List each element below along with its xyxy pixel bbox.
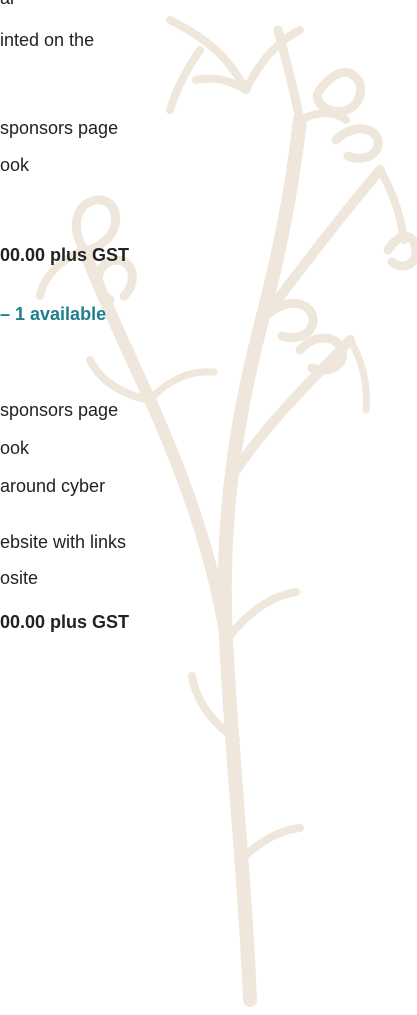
text-line: osite xyxy=(0,568,39,588)
price-line: 00.00 plus GST xyxy=(0,612,130,632)
text-line: sponsors page xyxy=(0,118,119,138)
price-line: 00.00 plus GST xyxy=(0,245,130,265)
availability-heading: – 1 available xyxy=(0,304,107,324)
text-line: inted on the xyxy=(0,30,95,50)
text-line: sponsors page xyxy=(0,400,119,420)
sponsorship-content: al inted on the sponsors page ook 00.00 … xyxy=(0,0,417,1015)
text-line: ook xyxy=(0,155,30,175)
text-line: ook xyxy=(0,438,30,458)
text-line: ebsite with links xyxy=(0,532,127,552)
text-line: al xyxy=(0,0,14,10)
text-line: around cyber xyxy=(0,476,106,496)
